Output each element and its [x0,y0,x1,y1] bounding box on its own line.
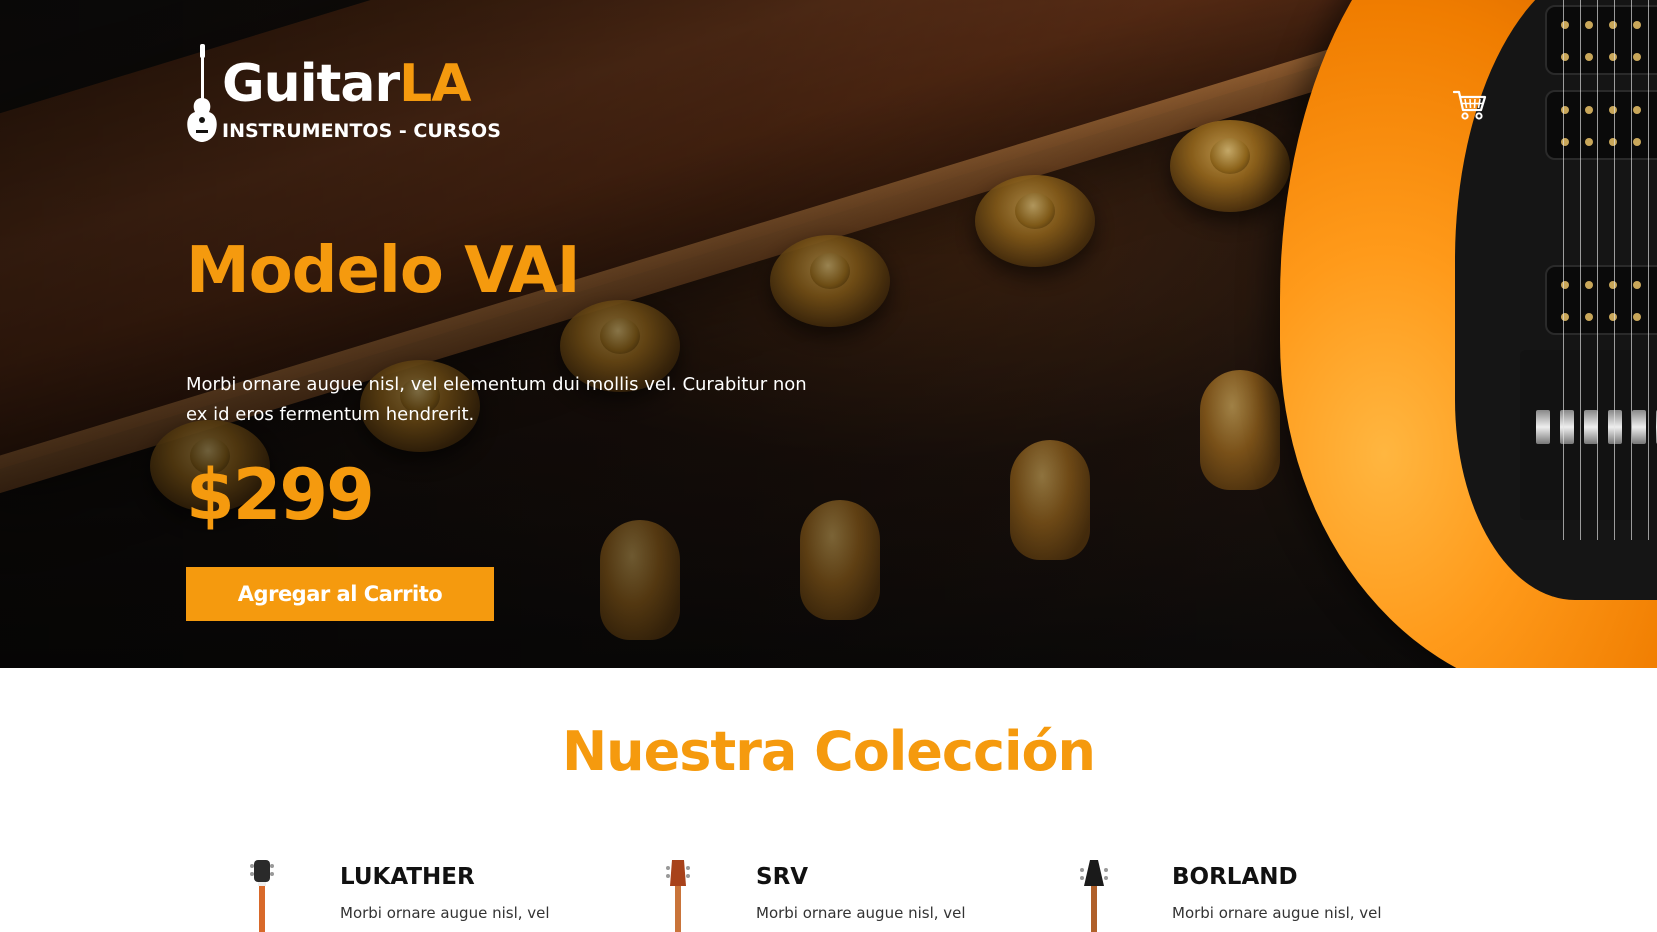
product-name: LUKATHER [340,864,475,890]
product-name: BORLAND [1172,864,1298,890]
product-description: Morbi ornare augue nisl, vel [1172,904,1382,922]
hero-guitar-bridge [1520,350,1657,520]
product-card[interactable]: SRV Morbi ornare augue nisl, vel [616,860,996,932]
logo-accent-text: LA [399,54,471,114]
product-name: SRV [756,864,809,890]
hero-product-title: Modelo VAI [186,234,581,308]
guitar-string [1563,0,1564,540]
product-guitar-thumbnail [250,860,274,932]
guitar-string [1614,0,1615,540]
product-card[interactable]: BORLAND Morbi ornare augue nisl, vel [1032,860,1412,932]
product-card[interactable]: LUKATHER Morbi ornare augue nisl, vel [200,860,580,932]
hero-product-price: $299 [186,454,375,536]
collection-title: Nuestra Colección [561,720,1096,783]
logo-main-text: Guitar [222,54,400,114]
cart-button[interactable] [1448,86,1492,126]
hero-guitar-pickup [1545,90,1657,160]
logo-wordmark: GuitarLA [222,58,472,110]
product-description: Morbi ornare augue nisl, vel [756,904,966,922]
guitar-string [1580,0,1581,540]
guitar-string [1631,0,1632,540]
hero-product-description: Morbi ornare augue nisl, vel elementum d… [186,374,807,425]
hero-section: GuitarLA INSTRUMENTOS - CURSOS Modelo VA… [0,0,1657,668]
hero-guitar-pickup [1545,265,1657,335]
product-guitar-thumbnail [1080,860,1108,932]
add-to-cart-button[interactable]: Agregar al Carrito [186,567,494,621]
logo-tagline: INSTRUMENTOS - CURSOS [222,120,501,142]
product-guitar-thumbnail [666,860,690,932]
guitar-string [1648,0,1649,540]
site-logo[interactable]: GuitarLA INSTRUMENTOS - CURSOS [186,44,506,142]
product-description: Morbi ornare augue nisl, vel [340,904,550,922]
shopping-cart-icon [1452,90,1487,120]
hero-guitar-pickup [1545,5,1657,75]
guitar-string [1597,0,1598,540]
guitar-logo-icon [187,44,217,142]
